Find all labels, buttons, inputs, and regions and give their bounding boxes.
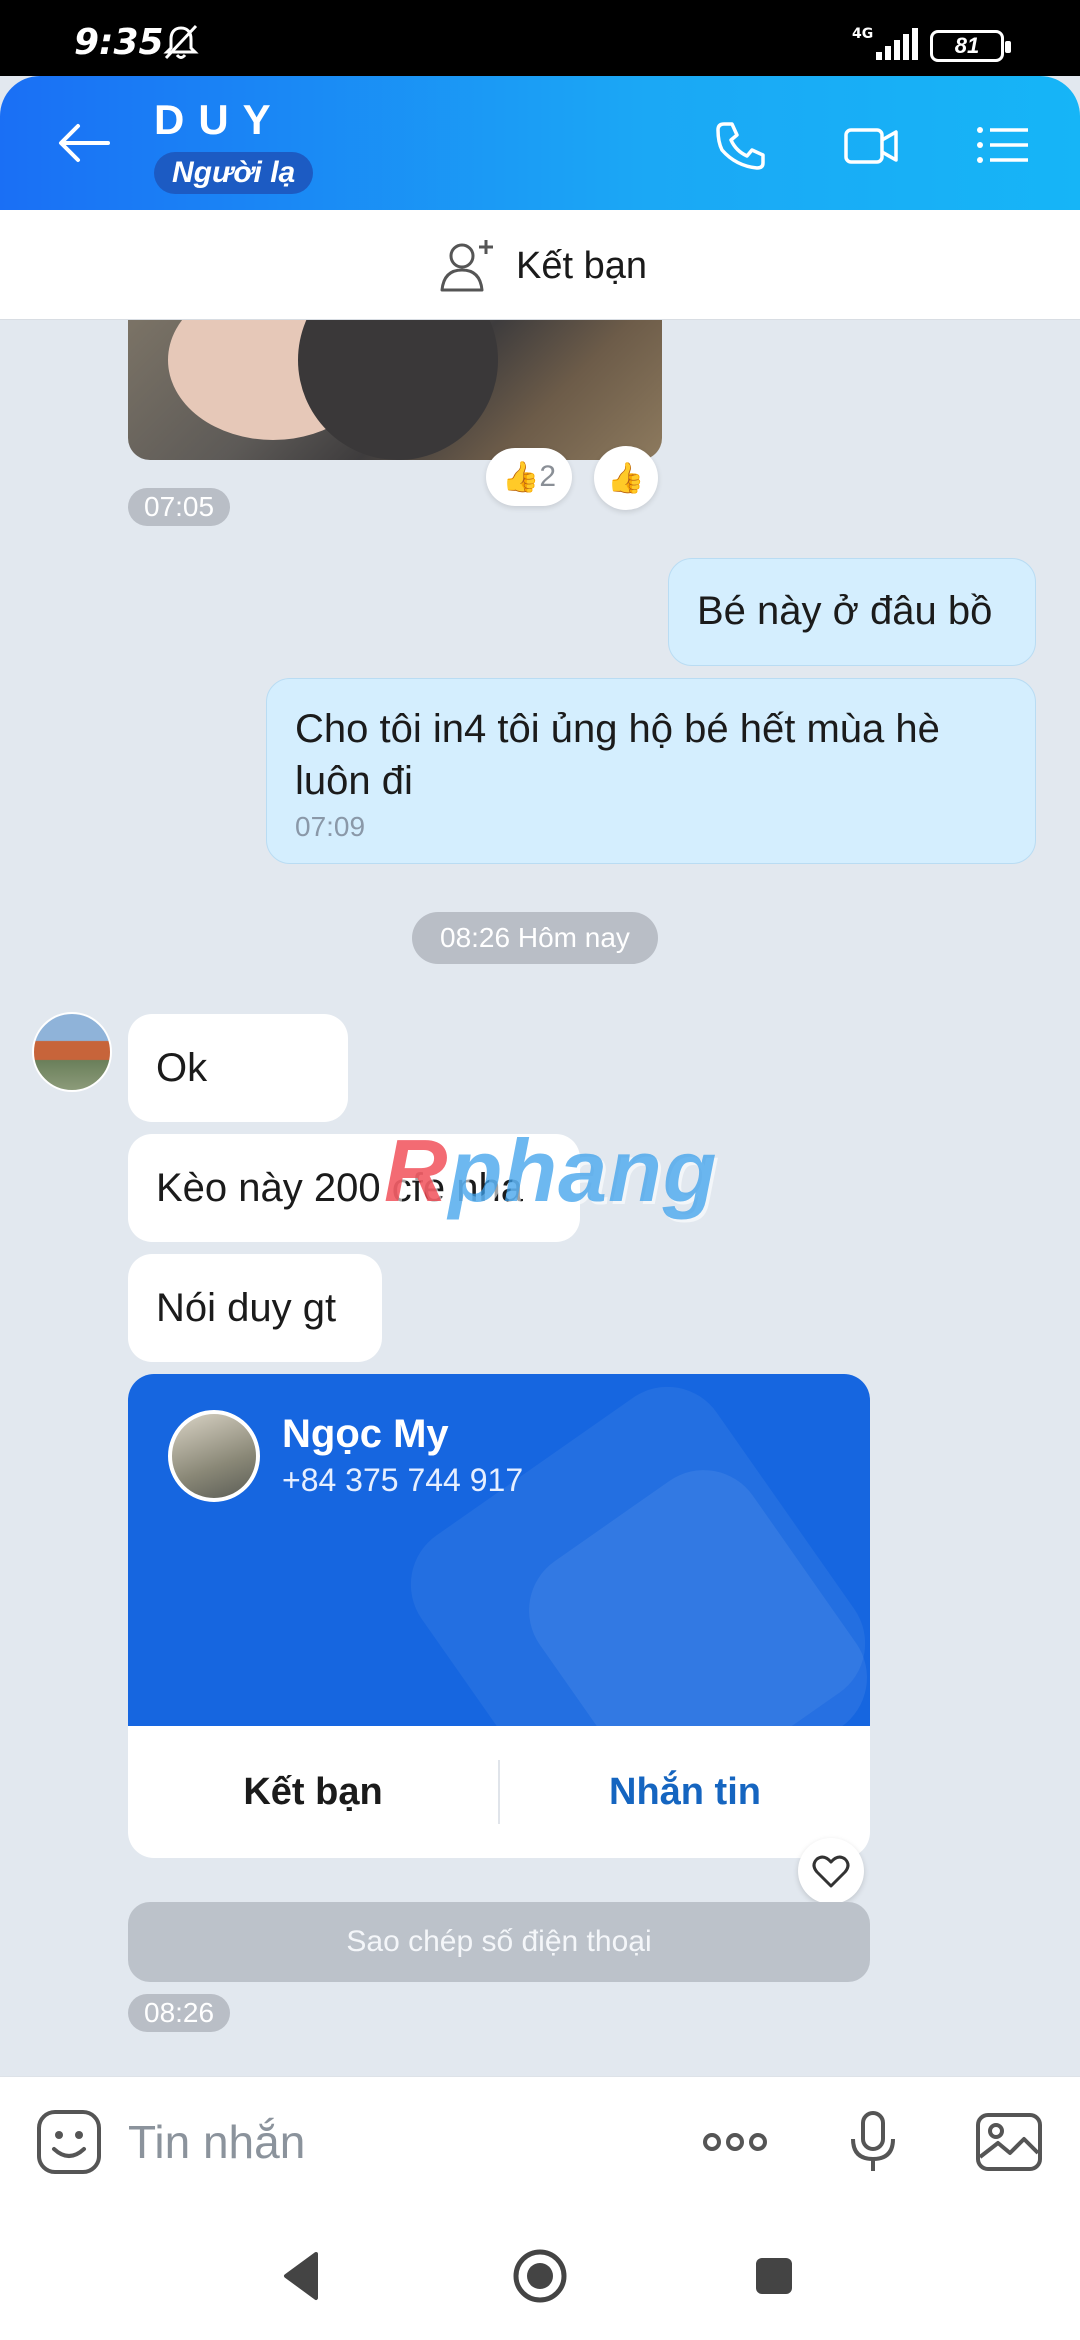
watermark-part: R [384,1121,449,1220]
status-time: 9:35 [74,22,164,63]
message-text: Bé này ở đâu bồ [697,589,993,633]
contact-card-header: Ngọc My +84 375 744 917 [128,1374,870,1726]
thumbs-up-icon: 👍 [501,460,540,494]
message-text: Cho tôi in4 tôi ủng hộ bé hết mùa hè luô… [295,707,940,803]
cellular-signal-icon: 4G [852,26,918,60]
battery-icon: 81 [930,30,1011,62]
watermark-part: phang [448,1121,718,1220]
contact-card[interactable]: Ngọc My +84 375 744 917 Kết bạn Nhắn tin [128,1374,870,1858]
heart-icon [812,1855,850,1888]
contact-card-phone: +84 375 744 917 [282,1462,524,1498]
received-message[interactable]: Ok [128,1014,348,1122]
image-gallery-icon[interactable] [974,2107,1044,2177]
contact-avatar[interactable] [168,1410,260,1502]
message-input[interactable]: Tin nhắn [128,2115,305,2169]
add-friend-label: Kết bạn [516,244,647,287]
message-time: 07:09 [295,811,366,842]
system-nav-bar [0,2212,1080,2340]
sent-message[interactable]: Cho tôi in4 tôi ủng hộ bé hết mùa hè luô… [266,678,1036,864]
message-time: 08:26 [128,1994,231,2032]
sticker-icon[interactable] [34,2107,104,2177]
contact-card-actions: Kết bạn Nhắn tin [128,1726,870,1858]
photo-content-shade [298,320,498,460]
thumbs-up-icon: 👍 [607,461,645,495]
contact-card-name: Ngọc My [282,1412,449,1456]
reaction-count: 2 [539,460,557,493]
contact-name[interactable]: DUY [154,96,285,144]
menu-list-icon[interactable] [974,118,1032,172]
chat-header: DUY Người lạ [0,76,1080,210]
phone-call-icon[interactable] [712,118,770,172]
status-bar: 9:35 4G 81 [0,0,1080,76]
microphone-icon[interactable] [838,2107,908,2177]
message-text: Ok [156,1046,208,1090]
add-user-icon [440,240,493,292]
nav-home-icon[interactable] [510,2246,570,2306]
copy-phone-button[interactable]: Sao chép số điện thoại [128,1902,870,1982]
stranger-badge: Người lạ [154,152,314,194]
notification-muted-icon [163,24,199,60]
message-input-bar: Tin nhắn [0,2076,1080,2212]
back-arrow-icon[interactable] [54,118,114,168]
reaction-summary[interactable]: 👍 2 [486,448,572,506]
battery-level: 81 [954,33,980,58]
more-options-icon[interactable] [700,2107,770,2177]
avatar[interactable] [32,1012,112,1092]
date-divider: 08:26 Hôm nay [412,912,658,964]
message-text: Nói duy gt [156,1286,337,1330]
sent-message[interactable]: Bé này ở đâu bồ [668,558,1036,666]
card-add-friend-button[interactable]: Kết bạn [128,1726,498,1858]
nav-recents-icon[interactable] [744,2246,804,2306]
network-type-label: 4G [852,26,873,42]
photo-message[interactable] [128,320,662,460]
watermark: Rphang [384,1120,718,1222]
add-friend-bar[interactable]: Kết bạn [0,210,1080,320]
react-button[interactable]: 👍 [594,446,658,510]
message-time: 07:05 [128,488,231,526]
heart-reaction-button[interactable] [798,1838,864,1904]
received-message[interactable]: Nói duy gt [128,1254,382,1362]
video-call-icon[interactable] [842,118,900,172]
nav-back-icon[interactable] [272,2246,332,2306]
